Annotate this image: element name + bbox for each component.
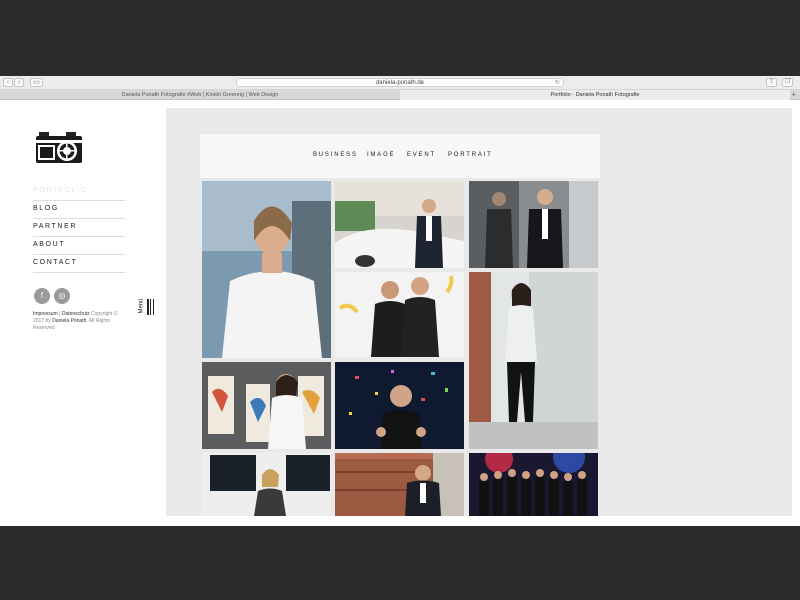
- menu-toggle-button[interactable]: Menü: [137, 297, 157, 319]
- share-icon[interactable]: ⇧: [766, 78, 777, 87]
- footer-copyright: Impressum | Datenschutz Copyright © 2017…: [33, 311, 125, 332]
- filter-event[interactable]: EVENT: [407, 152, 436, 158]
- menu-item-portfolio[interactable]: PORTFOLIO: [33, 183, 125, 201]
- impressum-link[interactable]: Impressum: [33, 311, 58, 317]
- tab-bar: Daniela Ponath Fotografie #Web | Kirstin…: [0, 90, 800, 100]
- photo-two-men-bananas[interactable]: [335, 272, 464, 357]
- pinterest-icon[interactable]: ◎: [54, 288, 70, 304]
- filter-portrait[interactable]: PORTRAIT: [448, 152, 493, 158]
- menu-item-contact[interactable]: CONTACT: [33, 255, 125, 273]
- tabs-overview-icon[interactable]: ❐: [782, 78, 793, 87]
- menu-item-partner[interactable]: PARTNER: [33, 219, 125, 237]
- forward-button[interactable]: ›: [14, 78, 24, 87]
- web-page: PORTFOLIO BLOG PARTNER ABOUT CONTACT f ◎…: [0, 101, 800, 526]
- menu-toggle-label: Menü: [138, 298, 145, 314]
- datenschutz-link[interactable]: Datenschutz: [62, 311, 90, 317]
- photo-woman-world-map[interactable]: [202, 362, 331, 449]
- browser-toolbar: ‹ › ▭ daniela-ponath.de ↻ ⇧ ❐: [0, 76, 800, 90]
- photo-group-event[interactable]: [469, 453, 598, 516]
- filter-business[interactable]: BUSINESS: [313, 152, 358, 158]
- sidebar-toggle-icon[interactable]: ▭: [30, 78, 43, 87]
- photo-two-men-suits[interactable]: [469, 181, 598, 268]
- camera-logo[interactable]: [36, 132, 82, 164]
- sidebar: PORTFOLIO BLOG PARTNER ABOUT CONTACT f ◎…: [0, 101, 166, 526]
- filter-image[interactable]: IMAGE: [367, 152, 395, 158]
- browser-window: ‹ › ▭ daniela-ponath.de ↻ ⇧ ❐ Daniela Po…: [0, 76, 800, 526]
- photo-grid: [202, 181, 598, 516]
- main-menu: PORTFOLIO BLOG PARTNER ABOUT CONTACT: [33, 183, 125, 273]
- footer-separator: |: [59, 311, 61, 317]
- menu-item-about[interactable]: ABOUT: [33, 237, 125, 255]
- photo-man-car[interactable]: [335, 181, 464, 268]
- photo-woman-office[interactable]: [202, 453, 331, 516]
- reload-icon[interactable]: ↻: [555, 79, 560, 87]
- facebook-icon[interactable]: f: [34, 288, 50, 304]
- new-tab-icon[interactable]: +: [791, 90, 796, 100]
- photo-woman-white-blouse[interactable]: [202, 181, 331, 358]
- portfolio-filter-nav: BUSINESS IMAGE EVENT PORTRAIT: [200, 134, 600, 178]
- back-button[interactable]: ‹: [3, 78, 13, 87]
- owner-link[interactable]: Daniela Ponath: [52, 318, 86, 324]
- tab-portfolio[interactable]: Portfolio - Daniela Ponath Fotografie: [400, 90, 790, 100]
- menu-bars-icon: [147, 299, 155, 315]
- portfolio-content: BUSINESS IMAGE EVENT PORTRAIT: [166, 108, 792, 516]
- photo-man-confetti[interactable]: [335, 362, 464, 449]
- address-bar[interactable]: daniela-ponath.de ↻: [236, 78, 564, 87]
- photo-man-brick-wall[interactable]: [335, 453, 464, 516]
- url-text: daniela-ponath.de: [375, 80, 425, 86]
- tab-web-design[interactable]: Daniela Ponath Fotografie #Web | Kirstin…: [0, 90, 400, 100]
- menu-item-blog[interactable]: BLOG: [33, 201, 125, 219]
- photo-woman-glass-wall[interactable]: [469, 272, 598, 449]
